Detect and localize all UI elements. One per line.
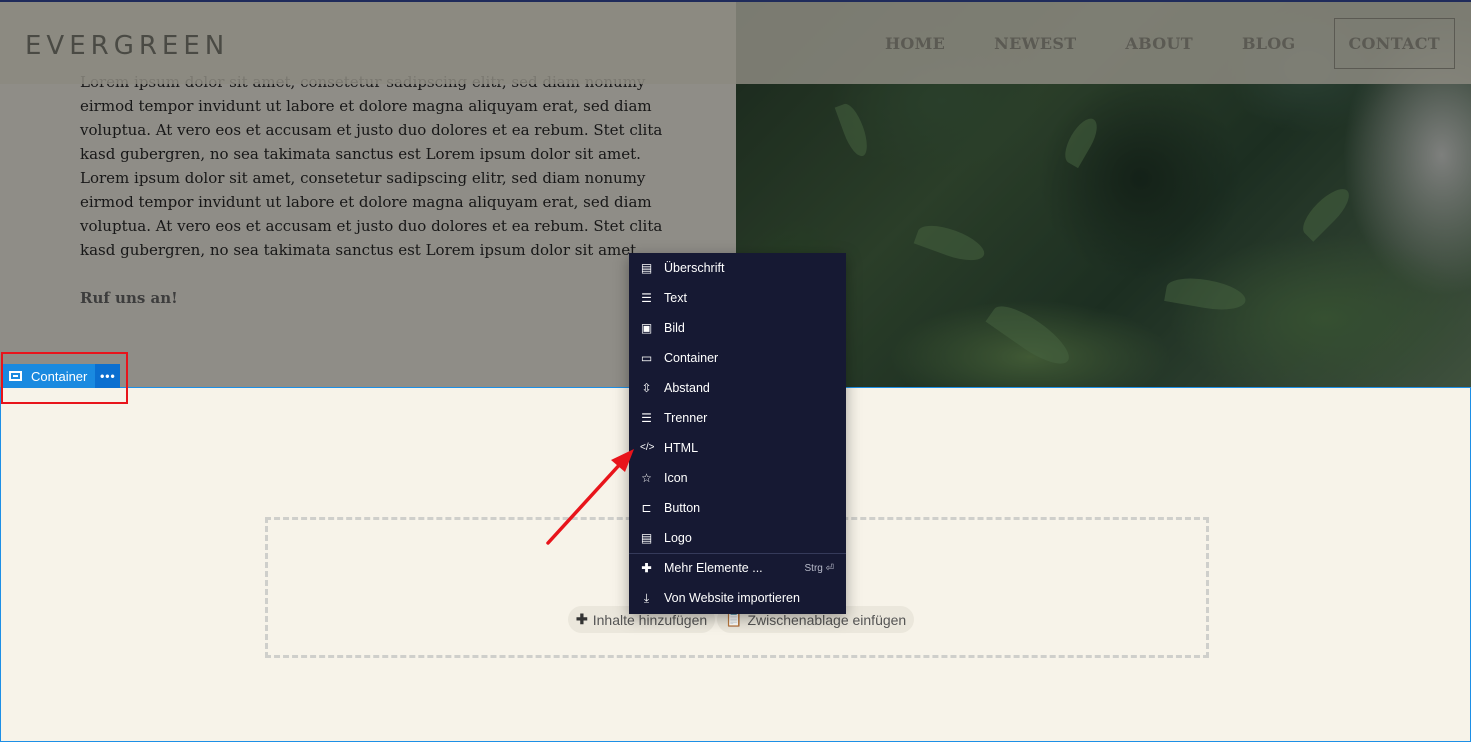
annotation-arrow (546, 449, 634, 545)
